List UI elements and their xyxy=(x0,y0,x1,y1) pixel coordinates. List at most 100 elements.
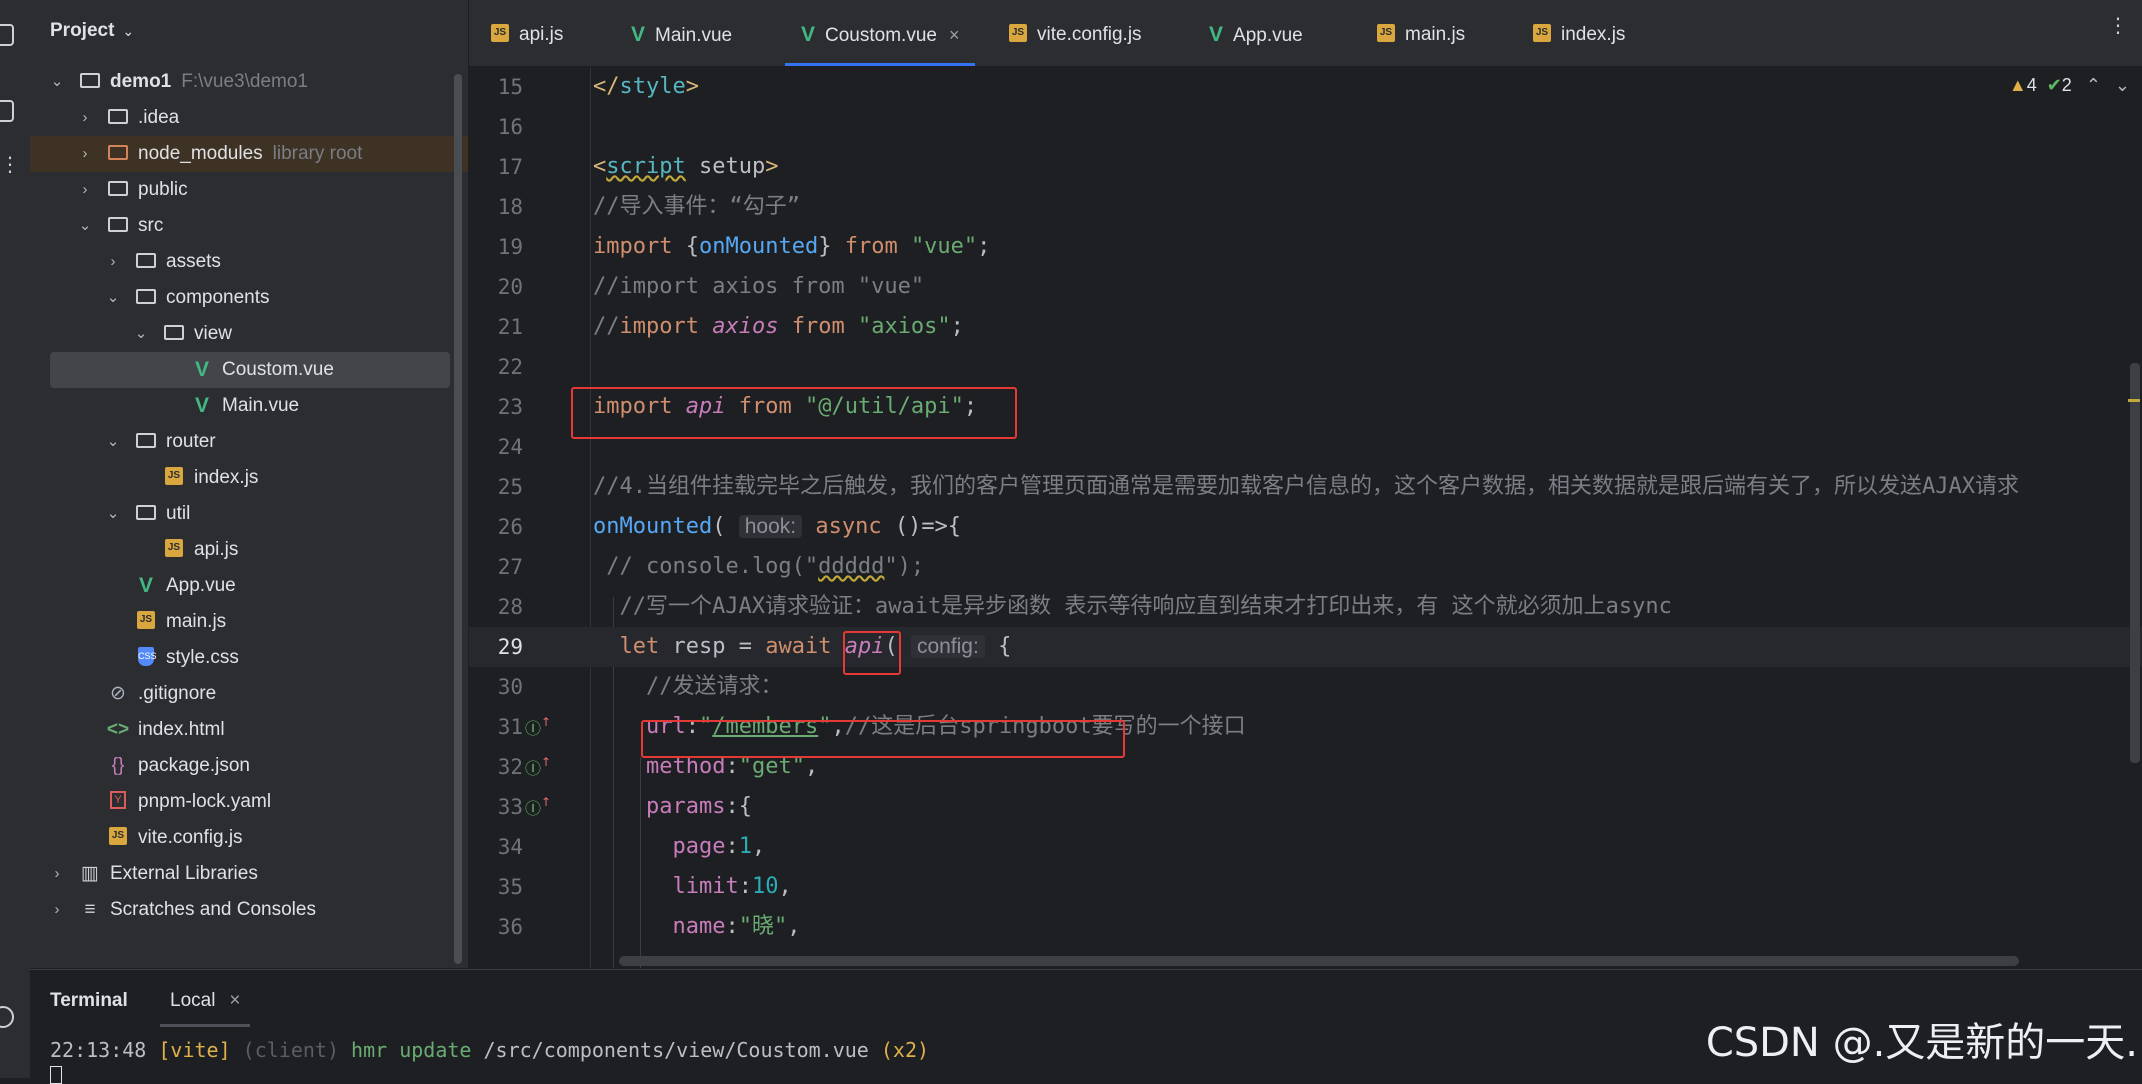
tree-item-label: .idea xyxy=(138,107,180,128)
tree-item-src[interactable]: ⌄ src xyxy=(30,208,468,244)
scratches-icon: ≡ xyxy=(84,899,96,920)
tree-item-coustom-vue[interactable]: V Coustom.vue xyxy=(50,352,450,388)
tree-item-package-json[interactable]: {} package.json xyxy=(30,748,468,784)
tree-item-index-html[interactable]: <> index.html xyxy=(30,712,468,748)
tree-item-label: demo1 F:\vue3\demo1 xyxy=(110,71,308,92)
chevron-right-icon[interactable]: › xyxy=(78,136,92,172)
chevron-right-icon[interactable]: › xyxy=(106,244,120,280)
line-code: name:"晓", xyxy=(672,914,801,939)
close-icon[interactable]: × xyxy=(229,990,240,1011)
chevron-down-icon[interactable]: ⌄ xyxy=(134,316,148,352)
tree-item-label: index.html xyxy=(138,719,225,740)
tab-vite-config[interactable]: JS vite.config.js xyxy=(1009,0,1142,66)
tree-item-scratches[interactable]: › ≡ Scratches and Consoles xyxy=(30,892,468,928)
line-code: import {onMounted} from "vue"; xyxy=(593,234,991,259)
chevron-right-icon[interactable]: › xyxy=(78,100,92,136)
project-scrollbar[interactable] xyxy=(454,74,462,964)
warning-stripe[interactable] xyxy=(2128,399,2140,402)
tab-api-js[interactable]: JS api.js xyxy=(491,0,563,66)
project-panel-title[interactable]: Project ⌄ xyxy=(50,20,134,42)
code-line: 17 <script setup> xyxy=(469,147,2142,187)
project-tool-icon[interactable] xyxy=(0,24,14,46)
line-code: limit:10, xyxy=(672,874,792,899)
tree-item-demo1[interactable]: ⌄ demo1 F:\vue3\demo1 xyxy=(30,64,468,100)
tree-item-pnpm-lock[interactable]: Ypnpm-lock.yaml xyxy=(30,784,468,820)
line-code: // console.log("ddddd"); xyxy=(593,554,925,579)
line-number: 33 xyxy=(497,795,523,819)
chevron-down-icon[interactable]: ⌄ xyxy=(50,64,64,100)
line-number: 34 xyxy=(497,835,523,859)
code-editor[interactable]: ▲4 ✔2 ⌃ ⌄ 15 </style> 16 17 <script setup> 18… xyxy=(469,67,2142,968)
folder-icon xyxy=(106,208,130,244)
more-actions-icon[interactable]: ⋮ xyxy=(2108,16,2128,36)
js-file-icon: JS xyxy=(134,604,158,640)
code-line: 20 //import axios from "vue" xyxy=(469,267,2142,307)
code-line: 21 //import axios from "axios"; xyxy=(469,307,2142,347)
tab-coustom-vue[interactable]: V Coustom.vue × xyxy=(785,0,976,66)
tree-item-gitignore[interactable]: ⊘ .gitignore xyxy=(30,676,468,712)
tab-label: vite.config.js xyxy=(1037,24,1142,45)
tree-item-main-vue[interactable]: V Main.vue xyxy=(30,388,468,424)
chevron-right-icon[interactable]: › xyxy=(78,172,92,208)
tree-item-api-js[interactable]: JS api.js xyxy=(30,532,468,568)
chevron-down-icon[interactable]: ⌄ xyxy=(78,208,92,244)
chevron-down-icon[interactable]: ⌄ xyxy=(106,424,120,460)
tab-main-vue[interactable]: V Main.vue xyxy=(631,0,732,66)
tree-item-idea[interactable]: › .idea xyxy=(30,100,468,136)
tree-item-label: view xyxy=(194,323,233,344)
chevron-down-icon[interactable]: ⌄ xyxy=(106,280,120,316)
tree-item-label: Main.vue xyxy=(222,395,300,416)
tree-item-util[interactable]: ⌄ util xyxy=(30,496,468,532)
line-code: <script setup> xyxy=(593,154,779,179)
tree-item-app-vue[interactable]: V App.vue xyxy=(30,568,468,604)
tree-item-view[interactable]: ⌄ view xyxy=(30,316,468,352)
line-code: </style> xyxy=(593,74,699,99)
chevron-down-icon[interactable]: ⌄ xyxy=(106,496,120,532)
tree-item-label: style.css xyxy=(166,647,239,668)
close-icon[interactable]: × xyxy=(949,25,960,45)
tab-index-js[interactable]: JS index.js xyxy=(1533,0,1625,66)
tab-app-vue[interactable]: V App.vue xyxy=(1209,0,1303,66)
folder-icon xyxy=(134,244,158,280)
folder-icon xyxy=(162,316,186,352)
tree-item-label: vite.config.js xyxy=(138,827,243,848)
line-number: 35 xyxy=(497,875,523,899)
terminal-tab-local[interactable]: Local × xyxy=(170,990,241,1012)
tree-item-external-libraries[interactable]: › ▥ External Libraries xyxy=(30,856,468,892)
tree-item-index-js[interactable]: JS index.js xyxy=(30,460,468,496)
tree-item-label: router xyxy=(166,431,216,452)
tree-item-vite-config[interactable]: JS vite.config.js xyxy=(30,820,468,856)
tree-item-node-modules[interactable]: › node_modules library root xyxy=(30,136,468,172)
more-tools-icon[interactable]: ⋮ xyxy=(0,155,20,175)
implemented-marker-icon[interactable]: Ⓘ↑ xyxy=(525,755,551,779)
code-line: 27 // console.log("ddddd"); xyxy=(469,547,2142,587)
structure-tool-icon[interactable] xyxy=(0,100,14,122)
services-tool-icon[interactable] xyxy=(0,1006,14,1028)
folder-icon xyxy=(134,424,158,460)
tree-item-style-css[interactable]: CSS style.css xyxy=(30,640,468,676)
terminal-output[interactable]: 22:13:48 [vite] (client) hmr update /src… xyxy=(50,1038,929,1062)
code-line: 19 import {onMounted} from "vue"; xyxy=(469,227,2142,267)
chevron-right-icon[interactable]: › xyxy=(50,856,64,892)
tree-item-router[interactable]: ⌄ router xyxy=(30,424,468,460)
html-file-icon: <> xyxy=(106,719,130,740)
folder-icon xyxy=(134,496,158,532)
folder-icon xyxy=(106,172,130,208)
implemented-marker-icon[interactable]: Ⓘ↑ xyxy=(525,795,551,819)
terminal-title: Terminal xyxy=(50,990,128,1011)
tree-item-assets[interactable]: › assets xyxy=(30,244,468,280)
chevron-right-icon[interactable]: › xyxy=(50,892,64,928)
vue-file-icon: V xyxy=(194,358,209,381)
line-number: 28 xyxy=(497,595,523,619)
editor-horizontal-scrollbar[interactable] xyxy=(619,956,2019,966)
tab-main-js[interactable]: JS main.js xyxy=(1377,0,1465,66)
tree-item-public[interactable]: › public xyxy=(30,172,468,208)
implemented-marker-icon[interactable]: Ⓘ↑ xyxy=(525,715,551,739)
tree-item-components[interactable]: ⌄ components xyxy=(30,280,468,316)
yaml-file-icon: Y xyxy=(106,784,130,820)
editor-scrollbar[interactable] xyxy=(2130,363,2140,763)
vue-file-icon: V xyxy=(1209,23,1224,46)
tree-item-main-js[interactable]: JS main.js xyxy=(30,604,468,640)
js-file-icon: JS xyxy=(106,820,130,856)
line-number: 18 xyxy=(497,195,523,219)
